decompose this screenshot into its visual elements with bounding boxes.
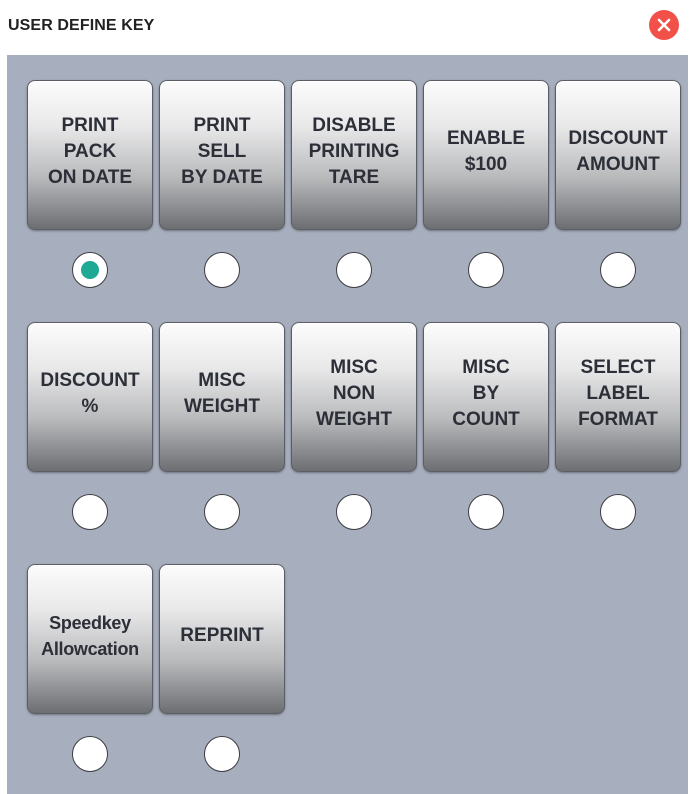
key-misc-by-count[interactable]: MISC BY COUNT xyxy=(423,322,549,472)
radio-reprint[interactable] xyxy=(204,736,240,772)
radio-disable-printing-tare[interactable] xyxy=(336,252,372,288)
key-label: ENABLE $100 xyxy=(446,128,526,175)
key-label: MISC BY COUNT xyxy=(452,357,520,430)
radio-select-label-format[interactable] xyxy=(600,494,636,530)
key-print-pack-on-date[interactable]: PRINT PACK ON DATE xyxy=(27,80,153,230)
close-button[interactable] xyxy=(649,10,679,40)
key-label: DISCOUNT AMOUNT xyxy=(568,128,668,175)
key-label: PRINT SELL BY DATE xyxy=(181,115,263,188)
key-discount-percent[interactable]: DISCOUNT % xyxy=(27,322,153,472)
radio-enable-100[interactable] xyxy=(468,252,504,288)
key-label: PRINT PACK ON DATE xyxy=(47,115,133,188)
key-label: SELECT LABEL FORMAT xyxy=(578,357,658,430)
close-icon xyxy=(657,18,671,32)
key-enable-100[interactable]: ENABLE $100 xyxy=(423,80,549,230)
dialog-title: USER DEFINE KEY xyxy=(8,17,155,34)
key-reprint[interactable]: REPRINT xyxy=(159,564,285,714)
key-label: REPRINT xyxy=(180,625,264,646)
key-label: MISC WEIGHT xyxy=(184,370,260,417)
radio-misc-by-count[interactable] xyxy=(468,494,504,530)
radio-discount-amount[interactable] xyxy=(600,252,636,288)
radio-discount-percent[interactable] xyxy=(72,494,108,530)
key-label: DISABLE PRINTING TARE xyxy=(308,115,400,188)
key-select-label-format[interactable]: SELECT LABEL FORMAT xyxy=(555,322,681,472)
key-panel: PRINT PACK ON DATE PRINT SELL BY DATE DI… xyxy=(7,55,688,794)
key-discount-amount[interactable]: DISCOUNT AMOUNT xyxy=(555,80,681,230)
radio-misc-weight[interactable] xyxy=(204,494,240,530)
key-print-sell-by-date[interactable]: PRINT SELL BY DATE xyxy=(159,80,285,230)
radio-selected-dot xyxy=(81,261,99,279)
radio-print-sell-by-date[interactable] xyxy=(204,252,240,288)
radio-misc-non-weight[interactable] xyxy=(336,494,372,530)
key-misc-non-weight[interactable]: MISC NON WEIGHT xyxy=(291,322,417,472)
key-misc-weight[interactable]: MISC WEIGHT xyxy=(159,322,285,472)
key-disable-printing-tare[interactable]: DISABLE PRINTING TARE xyxy=(291,80,417,230)
key-speedkey-allowcation[interactable]: Speedkey Allowcation xyxy=(27,564,153,714)
radio-speedkey-allowcation[interactable] xyxy=(72,736,108,772)
dialog-header: USER DEFINE KEY xyxy=(0,0,691,55)
radio-print-pack-on-date[interactable] xyxy=(72,252,108,288)
key-label: MISC NON WEIGHT xyxy=(316,357,392,430)
key-label: Speedkey Allowcation xyxy=(41,613,139,659)
key-label: DISCOUNT % xyxy=(40,370,140,417)
